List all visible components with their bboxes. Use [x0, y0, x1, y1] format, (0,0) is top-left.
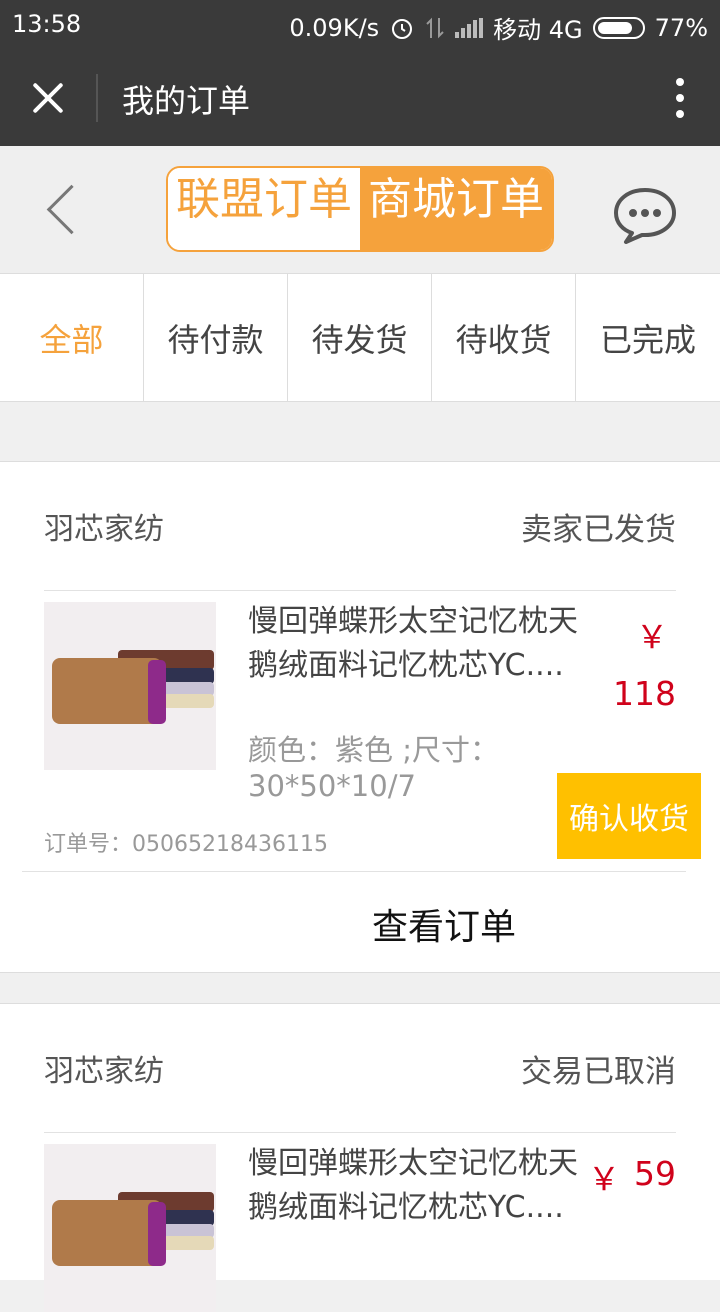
chevron-left-icon[interactable] — [40, 186, 80, 236]
tab-pending-shipment[interactable]: 待发货 — [288, 274, 432, 401]
page-title: 我的订单 — [122, 82, 251, 120]
status-bar: 13:58 0.09K/s 移动 4G 77% — [0, 0, 720, 50]
product-image[interactable] — [44, 1144, 216, 1312]
tab-mall-orders[interactable]: 商城订单 — [360, 168, 552, 250]
shop-name[interactable]: 羽芯家纺 — [44, 504, 164, 548]
order-status: 卖家已发货 — [521, 512, 676, 548]
divider — [44, 1132, 676, 1133]
alarm-icon — [392, 18, 413, 39]
signal-icon — [455, 17, 484, 38]
status-indicators: 0.09K/s 移动 4G 77% — [289, 10, 708, 45]
product-spec: 颜色：紫色 ;尺寸：30*50*10/7 — [248, 733, 499, 803]
status-time: 13:58 — [12, 10, 82, 38]
product-name[interactable]: 慢回弹蝶形太空记忆枕天鹅绒面料记忆枕芯YC.... — [248, 1142, 588, 1230]
tab-pending-payment[interactable]: 待付款 — [144, 274, 288, 401]
title-divider — [96, 74, 98, 122]
close-icon[interactable] — [22, 72, 74, 124]
chat-bubble-icon[interactable] — [612, 186, 678, 244]
view-order-button[interactable]: 查看订单 — [372, 898, 516, 950]
battery-icon — [592, 16, 645, 39]
order-card: 羽芯家纺 卖家已发货 慢回弹蝶形太空记忆枕天鹅绒面料记忆枕芯YC.... 颜色：… — [0, 461, 720, 973]
data-transfer-icon — [426, 17, 444, 38]
order-card: 羽芯家纺 交易已取消 慢回弹蝶形太空记忆枕天鹅绒面料记忆枕芯YC.... ￥ 5… — [0, 1003, 720, 1312]
tab-pending-receipt[interactable]: 待收货 — [432, 274, 576, 401]
currency-symbol: ￥ — [587, 1160, 620, 1198]
tab-completed[interactable]: 已完成 — [576, 274, 720, 401]
divider — [44, 590, 676, 591]
tab-all[interactable]: 全部 — [0, 274, 144, 401]
more-vert-icon[interactable] — [670, 78, 690, 118]
battery-level: 77% — [654, 13, 708, 42]
product-image[interactable] — [44, 602, 216, 770]
shop-name[interactable]: 羽芯家纺 — [44, 1046, 164, 1090]
currency-symbol: ￥ — [635, 618, 668, 656]
carrier-label: 移动 4G — [493, 16, 583, 44]
divider — [22, 871, 686, 872]
order-type-switch: 联盟订单 商城订单 — [166, 166, 554, 252]
confirm-receipt-button[interactable]: 确认收货 — [557, 773, 701, 859]
order-status: 交易已取消 — [521, 1054, 676, 1090]
product-price: 118 — [613, 674, 676, 713]
net-speed: 0.09K/s — [289, 13, 380, 42]
status-filter-tabs: 全部 待付款 待发货 待收货 已完成 — [0, 274, 720, 402]
product-price: 59 — [634, 1154, 676, 1193]
order-number: 订单号：05065218436115 — [44, 832, 328, 857]
tab-alliance-orders[interactable]: 联盟订单 — [168, 168, 360, 250]
segment-bar: 联盟订单 商城订单 — [0, 146, 720, 274]
product-name[interactable]: 慢回弹蝶形太空记忆枕天鹅绒面料记忆枕芯YC.... — [248, 600, 588, 688]
title-bar: 我的订单 — [0, 50, 720, 146]
